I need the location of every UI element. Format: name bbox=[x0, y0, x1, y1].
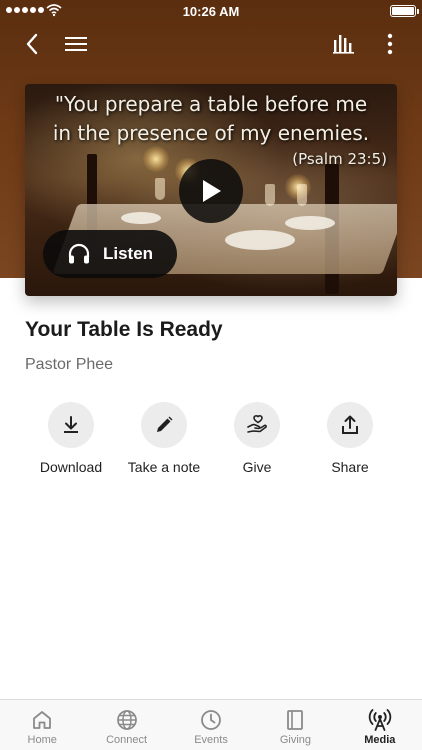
more-vertical-icon bbox=[387, 33, 393, 55]
play-button[interactable] bbox=[179, 159, 243, 223]
battery-icon bbox=[390, 5, 419, 17]
play-icon bbox=[203, 180, 221, 202]
tab-connect[interactable]: Connect bbox=[84, 700, 168, 750]
download-label: Download bbox=[39, 459, 103, 475]
share-icon bbox=[342, 415, 358, 434]
download-button[interactable]: Download bbox=[21, 402, 121, 475]
sermon-media-card[interactable]: "You prepare a table before me in the pr… bbox=[25, 84, 397, 296]
broadcast-icon bbox=[368, 709, 392, 731]
give-label: Give bbox=[242, 459, 272, 475]
tab-giving-label: Giving bbox=[279, 734, 312, 746]
sermon-title: Your Table Is Ready bbox=[25, 318, 223, 341]
give-heart-hand-icon bbox=[247, 414, 267, 433]
candle-glow-decor bbox=[143, 146, 169, 172]
share-label: Share bbox=[331, 459, 369, 475]
glass-decor bbox=[297, 184, 307, 206]
take-note-label: Take a note bbox=[127, 459, 201, 475]
status-bar: 10:26 AM bbox=[0, 0, 422, 22]
nav-bar bbox=[0, 24, 422, 64]
verse-reference: (Psalm 23:5) bbox=[292, 150, 387, 168]
plate-decor bbox=[285, 216, 335, 230]
equalizer-button[interactable] bbox=[328, 28, 360, 60]
verse-line-1: "You prepare a table before me bbox=[54, 92, 368, 116]
globe-icon bbox=[116, 710, 137, 730]
tab-home-label: Home bbox=[27, 734, 57, 746]
chevron-left-icon bbox=[26, 33, 38, 55]
verse-line-2: in the presence of my enemies. bbox=[52, 121, 370, 145]
download-icon bbox=[64, 416, 78, 433]
tab-bar: Home Connect Events Giving Media bbox=[0, 699, 422, 750]
listen-label: Listen bbox=[103, 244, 154, 263]
glass-decor bbox=[265, 184, 275, 206]
more-button[interactable] bbox=[374, 28, 406, 60]
back-button[interactable] bbox=[16, 28, 48, 60]
tab-events[interactable]: Events bbox=[169, 700, 253, 750]
tab-connect-label: Connect bbox=[106, 734, 148, 746]
glass-decor bbox=[155, 178, 165, 200]
plate-decor bbox=[121, 212, 161, 224]
plate-decor bbox=[225, 230, 295, 250]
listen-button[interactable]: Listen bbox=[43, 230, 177, 278]
menu-button[interactable] bbox=[60, 28, 92, 60]
pencil-icon bbox=[157, 416, 173, 432]
tab-media[interactable]: Media bbox=[338, 700, 422, 750]
tab-media-label: Media bbox=[364, 734, 396, 746]
equalizer-icon bbox=[333, 35, 354, 54]
clock-icon bbox=[201, 710, 221, 730]
book-icon bbox=[287, 710, 304, 730]
home-icon bbox=[33, 711, 52, 729]
speaker-name: Pastor Phee bbox=[25, 356, 114, 373]
status-time: 10:26 AM bbox=[182, 4, 240, 19]
tab-home[interactable]: Home bbox=[0, 700, 84, 750]
take-note-button[interactable]: Take a note bbox=[114, 402, 214, 475]
hamburger-menu-icon bbox=[65, 37, 87, 51]
share-button[interactable]: Share bbox=[300, 402, 400, 475]
tab-giving[interactable]: Giving bbox=[253, 700, 337, 750]
tab-events-label: Events bbox=[194, 734, 228, 746]
give-button[interactable]: Give bbox=[207, 402, 307, 475]
headphones-icon bbox=[68, 243, 90, 264]
